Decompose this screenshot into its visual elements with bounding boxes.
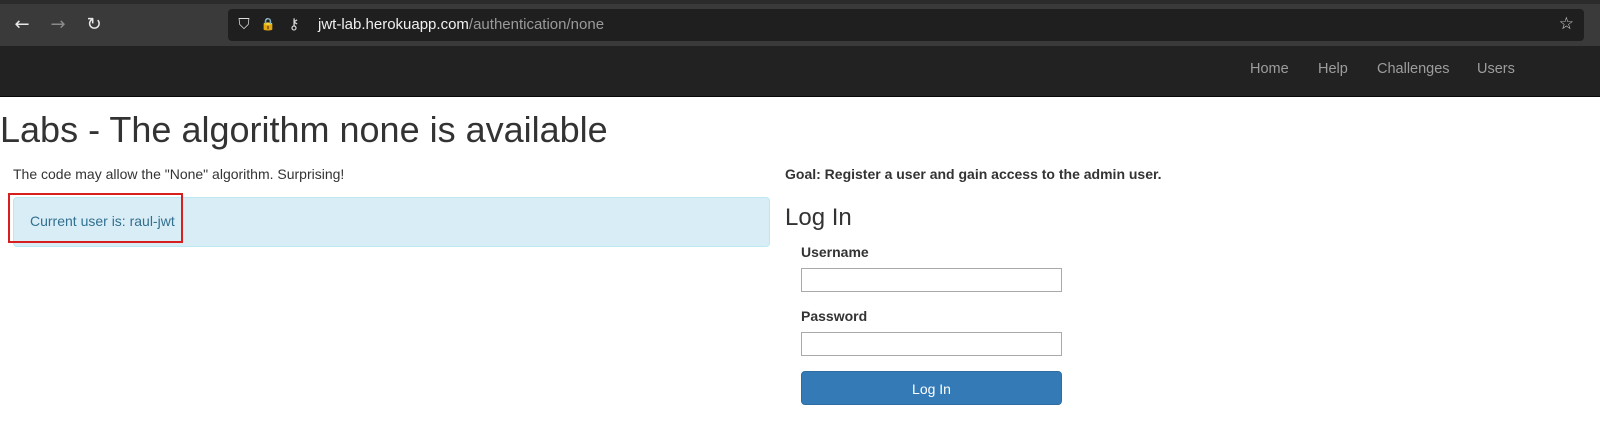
nav-users-link[interactable]: Users	[1477, 61, 1515, 77]
back-icon[interactable]: ←	[10, 13, 34, 37]
nav-challenges-link[interactable]: Challenges	[1377, 61, 1450, 77]
page-title: Labs - The algorithm none is available	[0, 109, 608, 150]
browser-toolbar: ← → ↻ ⛉ 🔒 ⚷ jwt-lab.herokuapp.com/authen…	[0, 0, 1600, 46]
site-navbar: Home Help Challenges Users	[0, 46, 1600, 97]
login-button[interactable]: Log In	[801, 371, 1062, 405]
url-path: /authentication/none	[468, 16, 605, 33]
url-text[interactable]: jwt-lab.herokuapp.com/authentication/non…	[318, 16, 604, 33]
password-input[interactable]	[801, 332, 1062, 356]
lock-icon[interactable]: 🔒	[258, 14, 278, 34]
bookmark-star-icon[interactable]: ☆	[1559, 14, 1574, 34]
goal-text: Goal: Register a user and gain access to…	[785, 166, 1162, 182]
highlight-annotation-box	[8, 193, 183, 243]
shield-icon[interactable]: ⛉	[234, 14, 254, 34]
key-icon[interactable]: ⚷	[284, 14, 304, 34]
nav-help-link[interactable]: Help	[1318, 61, 1348, 77]
login-heading: Log In	[785, 204, 852, 231]
reload-icon[interactable]: ↻	[82, 13, 106, 37]
intro-text: The code may allow the "None" algorithm.…	[13, 166, 345, 182]
address-bar[interactable]: ⛉ 🔒 ⚷ jwt-lab.herokuapp.com/authenticati…	[228, 9, 1584, 41]
password-label: Password	[801, 308, 868, 324]
username-input[interactable]	[801, 268, 1062, 292]
username-label: Username	[801, 244, 869, 260]
nav-home-link[interactable]: Home	[1250, 61, 1289, 77]
url-host: jwt-lab.herokuapp.com	[318, 16, 469, 33]
forward-icon[interactable]: →	[46, 13, 70, 37]
